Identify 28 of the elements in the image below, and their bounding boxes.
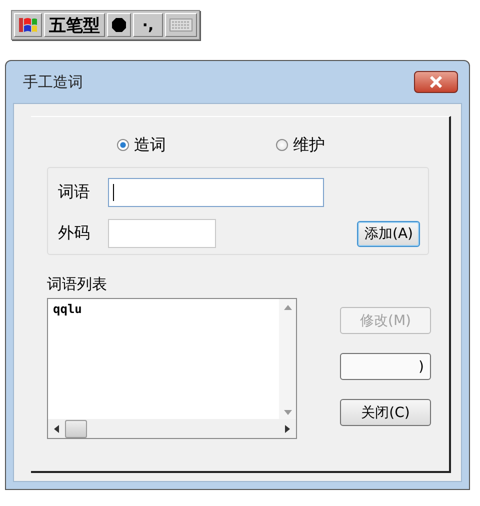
field-label: 外码 bbox=[58, 223, 91, 244]
window-title: 手工造词 bbox=[22, 72, 83, 92]
scroll-left-icon[interactable] bbox=[54, 424, 59, 432]
input-field[interactable] bbox=[108, 219, 216, 248]
list-item[interactable]: qqlu bbox=[53, 302, 82, 316]
dialog-button[interactable]: 关闭(C) bbox=[340, 399, 431, 426]
scroll-right-icon[interactable] bbox=[285, 424, 290, 432]
scrollbar-thumb[interactable] bbox=[65, 420, 87, 438]
scroll-up-icon[interactable] bbox=[284, 305, 292, 310]
scroll-down-icon[interactable] bbox=[284, 410, 292, 415]
vertical-scrollbar[interactable] bbox=[279, 299, 296, 421]
mode-radio[interactable]: 造词 bbox=[117, 134, 166, 156]
full-width-toggle-icon[interactable] bbox=[107, 13, 131, 37]
input-mode-button[interactable]: 五笔型 bbox=[44, 13, 105, 37]
punctuation-toggle[interactable]: ·, bbox=[133, 13, 163, 37]
field-label: 词语 bbox=[58, 182, 91, 203]
word-list[interactable]: qqlu bbox=[47, 298, 297, 439]
ime-logo-icon[interactable] bbox=[14, 13, 42, 37]
keyboard-icon[interactable] bbox=[165, 13, 197, 37]
horizontal-scrollbar[interactable] bbox=[48, 419, 296, 438]
list-label: 词语列表 bbox=[47, 275, 108, 294]
close-icon bbox=[429, 76, 443, 88]
text-cursor bbox=[113, 184, 114, 201]
dialog-button[interactable]: ) bbox=[340, 353, 431, 380]
input-field[interactable] bbox=[108, 178, 324, 207]
mode-radio[interactable]: 维护 bbox=[276, 134, 325, 156]
add-button[interactable]: 添加(A) bbox=[357, 220, 420, 246]
close-button[interactable] bbox=[414, 71, 458, 93]
